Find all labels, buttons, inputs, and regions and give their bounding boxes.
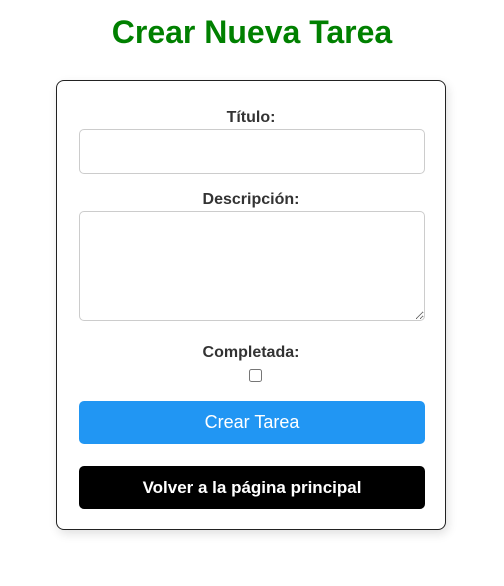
page-title: Crear Nueva Tarea: [111, 14, 393, 50]
description-label: Descripción:: [202, 191, 300, 208]
completed-checkbox[interactable]: [249, 369, 262, 382]
create-task-button[interactable]: Crear Tarea: [79, 401, 425, 444]
task-form-card: Título: Descripción: Completada: Crear T…: [56, 80, 446, 530]
back-to-home-button[interactable]: Volver a la página principal: [79, 466, 425, 509]
description-textarea[interactable]: [79, 211, 425, 321]
title-input[interactable]: [79, 129, 425, 174]
completed-label: Completada:: [202, 344, 300, 361]
title-label: Título:: [226, 109, 276, 126]
